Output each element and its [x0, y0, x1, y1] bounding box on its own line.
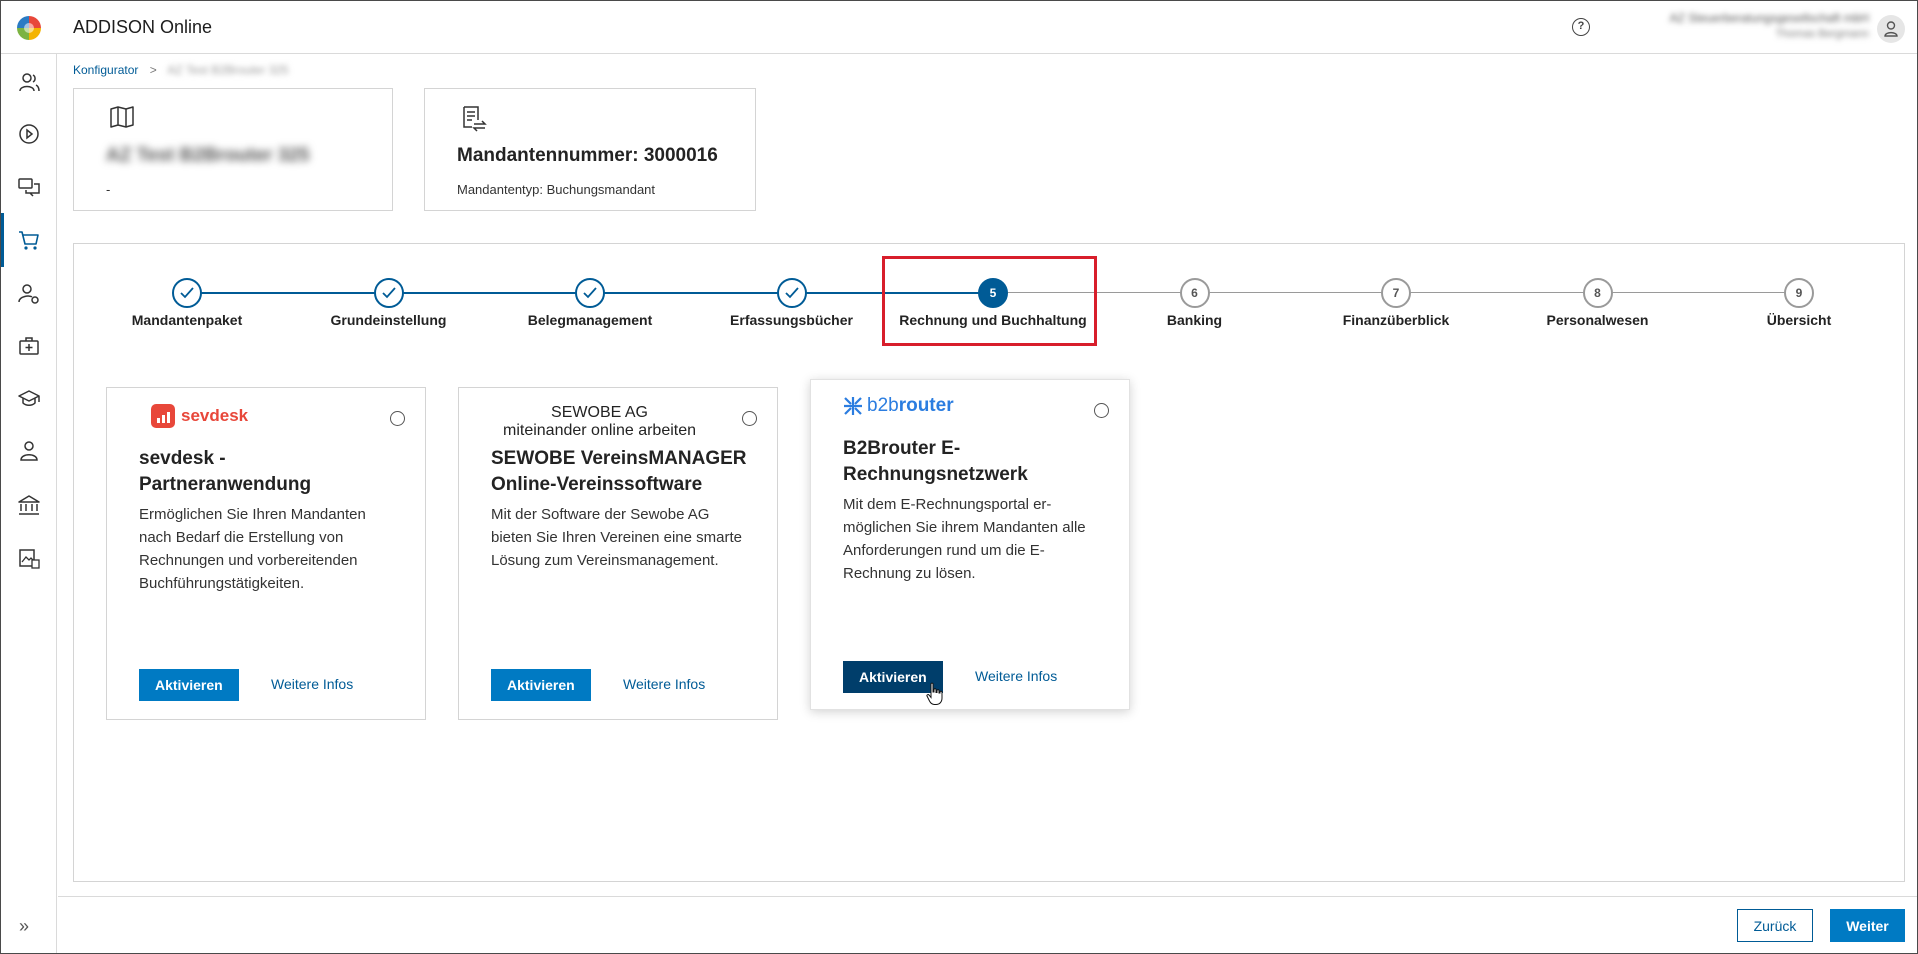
checkmark-icon [373, 278, 404, 308]
bank-icon [18, 495, 40, 515]
client-number: Mandantennummer: 3000016 [457, 145, 718, 166]
more-info-link[interactable]: Weitere Infos [623, 676, 705, 692]
step-number: 8 [1582, 278, 1613, 308]
sevdesk-logo: sevdesk [151, 402, 248, 430]
sidebar-item-person[interactable] [1, 424, 57, 478]
b2brouter-mark-icon [844, 397, 862, 415]
current-step-highlight [882, 256, 1097, 346]
step-label: Grundeinstellung [330, 312, 447, 328]
contacts-icon [19, 73, 40, 92]
step-label: Belegmanagement [527, 312, 653, 328]
next-button[interactable]: Weiter [1830, 909, 1905, 942]
step-label: Erfassungsbücher [730, 312, 853, 328]
product-title: B2Brouter E-Rechnungsnetzwerk [843, 438, 1028, 485]
sidebar-item-bank[interactable] [1, 478, 57, 532]
sewobe-logo-tagline: miteinander online arbeiten [503, 422, 697, 439]
step-übersicht[interactable]: 9 Übersicht [1699, 278, 1899, 328]
b2brouter-logo-text-b: router [898, 395, 954, 416]
person-icon [20, 441, 38, 461]
app-title: ADDISON Online [73, 17, 213, 37]
sidebar-item-user-settings[interactable] [1, 267, 57, 321]
product-title: SEWOBE VereinsMANAGER Online-Vereinssoft… [491, 448, 747, 495]
invoice-exchange-icon [463, 106, 487, 132]
sewobe-logo: SEWOBE AG miteinander online arbeiten [503, 404, 696, 439]
b2brouter-logo: b2b router [843, 392, 954, 420]
avatar[interactable] [1877, 15, 1905, 43]
step-label: Banking [1166, 312, 1223, 328]
step-finanzüberblick[interactable]: 7 Finanzüberblick [1296, 278, 1496, 328]
sidebar-expand-icon[interactable]: » [19, 916, 29, 937]
product-select-radio[interactable] [1094, 403, 1109, 418]
hand-cursor-icon [926, 682, 943, 705]
step-mandantenpaket[interactable]: Mandantenpaket [87, 278, 287, 328]
step-number: 9 [1784, 278, 1814, 308]
more-info-link[interactable]: Weitere Infos [271, 676, 353, 692]
sidebar-item-contacts[interactable] [1, 55, 57, 109]
step-number: 7 [1381, 278, 1411, 308]
breadcrumb-chevron-icon: > [149, 63, 157, 77]
step-erfassungsbücher[interactable]: Erfassungsbücher [692, 278, 892, 328]
product-description: Mit dem E-Rechnungsportal er-möglichen S… [843, 496, 1086, 582]
sidebar-item-image-document[interactable] [1, 531, 57, 585]
user-info[interactable]: AZ Steuerberatungsgesellschaft mbH Thoma… [1641, 11, 1869, 45]
step-number: 6 [1179, 278, 1210, 308]
map-icon [110, 106, 134, 128]
product-title: sevdesk - Partneranwendung [139, 448, 312, 495]
sidebar-item-cart[interactable] [1, 213, 57, 267]
sidebar-item-education[interactable] [1, 372, 57, 426]
breadcrumb-current: AZ Test B2Brouter 325 [167, 63, 289, 77]
cart-icon [19, 231, 39, 250]
user-name: AZ Steuerberatungsgesellschaft mbH [1669, 11, 1869, 25]
product-card[interactable]: SEWOBE AG miteinander online arbeiten SEWO… [458, 387, 778, 720]
step-banking[interactable]: 6 Banking [1095, 278, 1295, 328]
step-personalwesen[interactable]: 8 Personalwesen [1498, 278, 1698, 328]
activate-button[interactable]: Aktivieren [491, 669, 591, 701]
user-settings-icon [18, 284, 39, 304]
client-name-sub: - [106, 182, 111, 197]
help-icon[interactable]: ? [1572, 18, 1590, 36]
footer-bar: Zurück Weiter [58, 896, 1917, 953]
medical-case-icon [19, 337, 39, 355]
step-label: Übersicht [1766, 312, 1832, 328]
step-grundeinstellung[interactable]: Grundeinstellung [289, 278, 489, 328]
sidebar-item-navigate[interactable] [1, 107, 57, 161]
step-label: Finanzüberblick [1342, 312, 1450, 328]
top-bar: ADDISON Online ? AZ Steuerberatungsgesel… [1, 1, 1917, 54]
sidebar-item-chat[interactable] [1, 160, 57, 214]
chat-icon [18, 178, 40, 197]
sewobe-logo-text: SEWOBE AG [551, 404, 648, 421]
wolters-kluwer-logo-icon[interactable] [17, 16, 41, 40]
user-subtitle: Thomas Bergmann [1775, 28, 1869, 40]
sevdesk-bar-icon [151, 404, 175, 428]
product-select-radio[interactable] [390, 411, 405, 426]
product-card[interactable]: sevdesk sevdesk - Partneranwendung Ermögli… [106, 387, 426, 720]
client-name-card: AZ Test B2Brouter 325 - [73, 88, 393, 211]
client-name: AZ Test B2Brouter 325 [106, 145, 310, 166]
back-button[interactable]: Zurück [1737, 909, 1813, 942]
more-info-link[interactable]: Weitere Infos [975, 668, 1057, 684]
checkmark-icon [776, 278, 807, 308]
step-label: Mandantenpaket [131, 312, 243, 328]
education-icon [18, 390, 40, 406]
sidebar-item-medical-case[interactable] [1, 319, 57, 373]
client-type: Mandantentyp: Buchungsmandant [457, 182, 656, 197]
product-select-radio[interactable] [742, 411, 757, 426]
breadcrumb-root-link[interactable]: Konfigurator [73, 63, 138, 77]
checkmark-icon [172, 278, 202, 308]
step-belegmanagement[interactable]: Belegmanagement [490, 278, 690, 328]
product-description: Mit der Software der Sewobe AG bieten Si… [491, 506, 742, 569]
navigate-icon [19, 124, 39, 144]
b2brouter-logo-text-a: b2b [867, 395, 899, 416]
product-card[interactable]: b2b router B2Brouter E-Rechnungsnetzwerk Mi… [810, 379, 1130, 710]
step-label: Personalwesen [1546, 312, 1649, 328]
client-number-card: Mandantennummer: 3000016 Mandantentyp: B… [424, 88, 756, 211]
checkmark-icon [575, 278, 605, 308]
breadcrumb: Konfigurator > AZ Test B2Brouter 325 [73, 63, 289, 77]
activate-button[interactable]: Aktivieren [139, 669, 239, 701]
sidebar: » [1, 54, 57, 953]
sevdesk-logo-text: sevdesk [181, 406, 249, 425]
user-icon [1884, 21, 1898, 37]
product-description: Ermöglichen Sie Ihren Mandanten nach Bed… [139, 506, 366, 592]
image-document-icon [19, 549, 40, 569]
